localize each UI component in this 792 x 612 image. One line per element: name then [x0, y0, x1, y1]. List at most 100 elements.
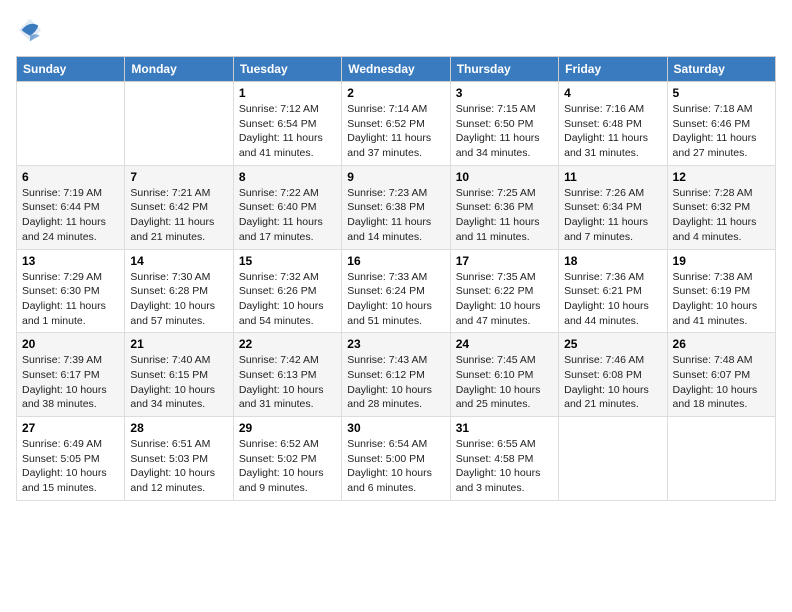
day-info: Sunrise: 7:21 AM Sunset: 6:42 PM Dayligh… — [130, 186, 227, 245]
day-number: 11 — [564, 170, 661, 184]
day-number: 30 — [347, 421, 444, 435]
day-info: Sunrise: 7:26 AM Sunset: 6:34 PM Dayligh… — [564, 186, 661, 245]
calendar-cell: 27 Sunrise: 6:49 AM Sunset: 5:05 PM Dayli… — [17, 417, 125, 501]
day-number: 5 — [673, 86, 770, 100]
weekday-header: Tuesday — [233, 57, 341, 82]
day-info: Sunrise: 7:22 AM Sunset: 6:40 PM Dayligh… — [239, 186, 336, 245]
day-number: 21 — [130, 337, 227, 351]
calendar-cell: 31Sunrise: 6:55 AM Sunset: 4:58 PM Dayli… — [450, 417, 558, 501]
day-info: Sunrise: 7:48 AM Sunset: 6:07 PM Dayligh… — [673, 353, 770, 412]
calendar-cell: 21 Sunrise: 7:40 AM Sunset: 6:15 PM Dayli… — [125, 333, 233, 417]
calendar-week-row: 27 Sunrise: 6:49 AM Sunset: 5:05 PM Dayli… — [17, 417, 776, 501]
day-info: Sunrise: 7:29 AM Sunset: 6:30 PM Dayligh… — [22, 270, 119, 329]
day-number: 8 — [239, 170, 336, 184]
calendar-cell: 19 Sunrise: 7:38 AM Sunset: 6:19 PM Dayli… — [667, 249, 775, 333]
day-info: Sunrise: 7:15 AM Sunset: 6:50 PM Dayligh… — [456, 102, 553, 161]
weekday-header: Friday — [559, 57, 667, 82]
day-info: Sunrise: 7:19 AM Sunset: 6:44 PM Dayligh… — [22, 186, 119, 245]
calendar-cell: 18 Sunrise: 7:36 AM Sunset: 6:21 PM Dayli… — [559, 249, 667, 333]
day-number: 25 — [564, 337, 661, 351]
day-number: 9 — [347, 170, 444, 184]
day-number: 13 — [22, 254, 119, 268]
day-info: Sunrise: 6:55 AM Sunset: 4:58 PM Dayligh… — [456, 437, 553, 496]
weekday-row: SundayMondayTuesdayWednesdayThursdayFrid… — [17, 57, 776, 82]
logo — [16, 16, 46, 44]
calendar-cell: 9 Sunrise: 7:23 AM Sunset: 6:38 PM Daylig… — [342, 165, 450, 249]
day-info: Sunrise: 7:42 AM Sunset: 6:13 PM Dayligh… — [239, 353, 336, 412]
calendar-week-row: 1 Sunrise: 7:12 AM Sunset: 6:54 PM Daylig… — [17, 82, 776, 166]
day-info: Sunrise: 7:12 AM Sunset: 6:54 PM Dayligh… — [239, 102, 336, 161]
day-number: 2 — [347, 86, 444, 100]
logo-icon — [16, 16, 44, 44]
day-number: 10 — [456, 170, 553, 184]
day-info: Sunrise: 7:23 AM Sunset: 6:38 PM Dayligh… — [347, 186, 444, 245]
day-number: 14 — [130, 254, 227, 268]
day-number: 19 — [673, 254, 770, 268]
calendar-week-row: 6 Sunrise: 7:19 AM Sunset: 6:44 PM Daylig… — [17, 165, 776, 249]
day-number: 15 — [239, 254, 336, 268]
calendar-body: 1 Sunrise: 7:12 AM Sunset: 6:54 PM Daylig… — [17, 82, 776, 501]
day-info: Sunrise: 7:32 AM Sunset: 6:26 PM Dayligh… — [239, 270, 336, 329]
calendar-cell: 26Sunrise: 7:48 AM Sunset: 6:07 PM Dayli… — [667, 333, 775, 417]
day-info: Sunrise: 7:18 AM Sunset: 6:46 PM Dayligh… — [673, 102, 770, 161]
day-info: Sunrise: 7:25 AM Sunset: 6:36 PM Dayligh… — [456, 186, 553, 245]
day-number: 12 — [673, 170, 770, 184]
calendar-cell: 28Sunrise: 6:51 AM Sunset: 5:03 PM Dayli… — [125, 417, 233, 501]
day-info: Sunrise: 6:54 AM Sunset: 5:00 PM Dayligh… — [347, 437, 444, 496]
calendar-cell: 22 Sunrise: 7:42 AM Sunset: 6:13 PM Dayli… — [233, 333, 341, 417]
calendar-cell: 10 Sunrise: 7:25 AM Sunset: 6:36 PM Dayli… — [450, 165, 558, 249]
weekday-header: Monday — [125, 57, 233, 82]
calendar-cell: 25 Sunrise: 7:46 AM Sunset: 6:08 PM Dayli… — [559, 333, 667, 417]
day-number: 27 — [22, 421, 119, 435]
calendar-cell: 2 Sunrise: 7:14 AM Sunset: 6:52 PM Daylig… — [342, 82, 450, 166]
day-number: 23 — [347, 337, 444, 351]
day-number: 7 — [130, 170, 227, 184]
day-info: Sunrise: 7:33 AM Sunset: 6:24 PM Dayligh… — [347, 270, 444, 329]
day-number: 20 — [22, 337, 119, 351]
day-number: 22 — [239, 337, 336, 351]
calendar-cell: 29Sunrise: 6:52 AM Sunset: 5:02 PM Dayli… — [233, 417, 341, 501]
day-number: 3 — [456, 86, 553, 100]
calendar-cell — [667, 417, 775, 501]
calendar-cell: 17 Sunrise: 7:35 AM Sunset: 6:22 PM Dayli… — [450, 249, 558, 333]
weekday-header: Sunday — [17, 57, 125, 82]
day-info: Sunrise: 7:35 AM Sunset: 6:22 PM Dayligh… — [456, 270, 553, 329]
day-info: Sunrise: 7:36 AM Sunset: 6:21 PM Dayligh… — [564, 270, 661, 329]
calendar-cell: 4 Sunrise: 7:16 AM Sunset: 6:48 PM Daylig… — [559, 82, 667, 166]
day-number: 28 — [130, 421, 227, 435]
calendar-cell: 23 Sunrise: 7:43 AM Sunset: 6:12 PM Dayli… — [342, 333, 450, 417]
day-info: Sunrise: 7:40 AM Sunset: 6:15 PM Dayligh… — [130, 353, 227, 412]
calendar-cell — [559, 417, 667, 501]
calendar-cell — [17, 82, 125, 166]
day-info: Sunrise: 7:14 AM Sunset: 6:52 PM Dayligh… — [347, 102, 444, 161]
day-info: Sunrise: 6:52 AM Sunset: 5:02 PM Dayligh… — [239, 437, 336, 496]
day-number: 4 — [564, 86, 661, 100]
day-number: 1 — [239, 86, 336, 100]
calendar-cell: 13 Sunrise: 7:29 AM Sunset: 6:30 PM Dayli… — [17, 249, 125, 333]
calendar-cell: 1 Sunrise: 7:12 AM Sunset: 6:54 PM Daylig… — [233, 82, 341, 166]
header — [16, 16, 776, 44]
calendar-cell: 3 Sunrise: 7:15 AM Sunset: 6:50 PM Daylig… — [450, 82, 558, 166]
day-info: Sunrise: 7:16 AM Sunset: 6:48 PM Dayligh… — [564, 102, 661, 161]
calendar-cell: 24 Sunrise: 7:45 AM Sunset: 6:10 PM Dayli… — [450, 333, 558, 417]
calendar-header: SundayMondayTuesdayWednesdayThursdayFrid… — [17, 57, 776, 82]
weekday-header: Wednesday — [342, 57, 450, 82]
calendar-cell: 5 Sunrise: 7:18 AM Sunset: 6:46 PM Daylig… — [667, 82, 775, 166]
day-info: Sunrise: 7:45 AM Sunset: 6:10 PM Dayligh… — [456, 353, 553, 412]
day-info: Sunrise: 7:38 AM Sunset: 6:19 PM Dayligh… — [673, 270, 770, 329]
day-info: Sunrise: 6:49 AM Sunset: 5:05 PM Dayligh… — [22, 437, 119, 496]
day-number: 17 — [456, 254, 553, 268]
day-number: 6 — [22, 170, 119, 184]
calendar-week-row: 20Sunrise: 7:39 AM Sunset: 6:17 PM Dayli… — [17, 333, 776, 417]
day-number: 18 — [564, 254, 661, 268]
day-info: Sunrise: 7:46 AM Sunset: 6:08 PM Dayligh… — [564, 353, 661, 412]
calendar-cell: 16Sunrise: 7:33 AM Sunset: 6:24 PM Dayli… — [342, 249, 450, 333]
calendar-cell: 15 Sunrise: 7:32 AM Sunset: 6:26 PM Dayli… — [233, 249, 341, 333]
calendar-cell: 14Sunrise: 7:30 AM Sunset: 6:28 PM Dayli… — [125, 249, 233, 333]
day-info: Sunrise: 7:43 AM Sunset: 6:12 PM Dayligh… — [347, 353, 444, 412]
calendar-cell: 7 Sunrise: 7:21 AM Sunset: 6:42 PM Daylig… — [125, 165, 233, 249]
calendar-cell: 20Sunrise: 7:39 AM Sunset: 6:17 PM Dayli… — [17, 333, 125, 417]
day-number: 24 — [456, 337, 553, 351]
calendar-cell: 8 Sunrise: 7:22 AM Sunset: 6:40 PM Daylig… — [233, 165, 341, 249]
calendar-cell: 30 Sunrise: 6:54 AM Sunset: 5:00 PM Dayli… — [342, 417, 450, 501]
